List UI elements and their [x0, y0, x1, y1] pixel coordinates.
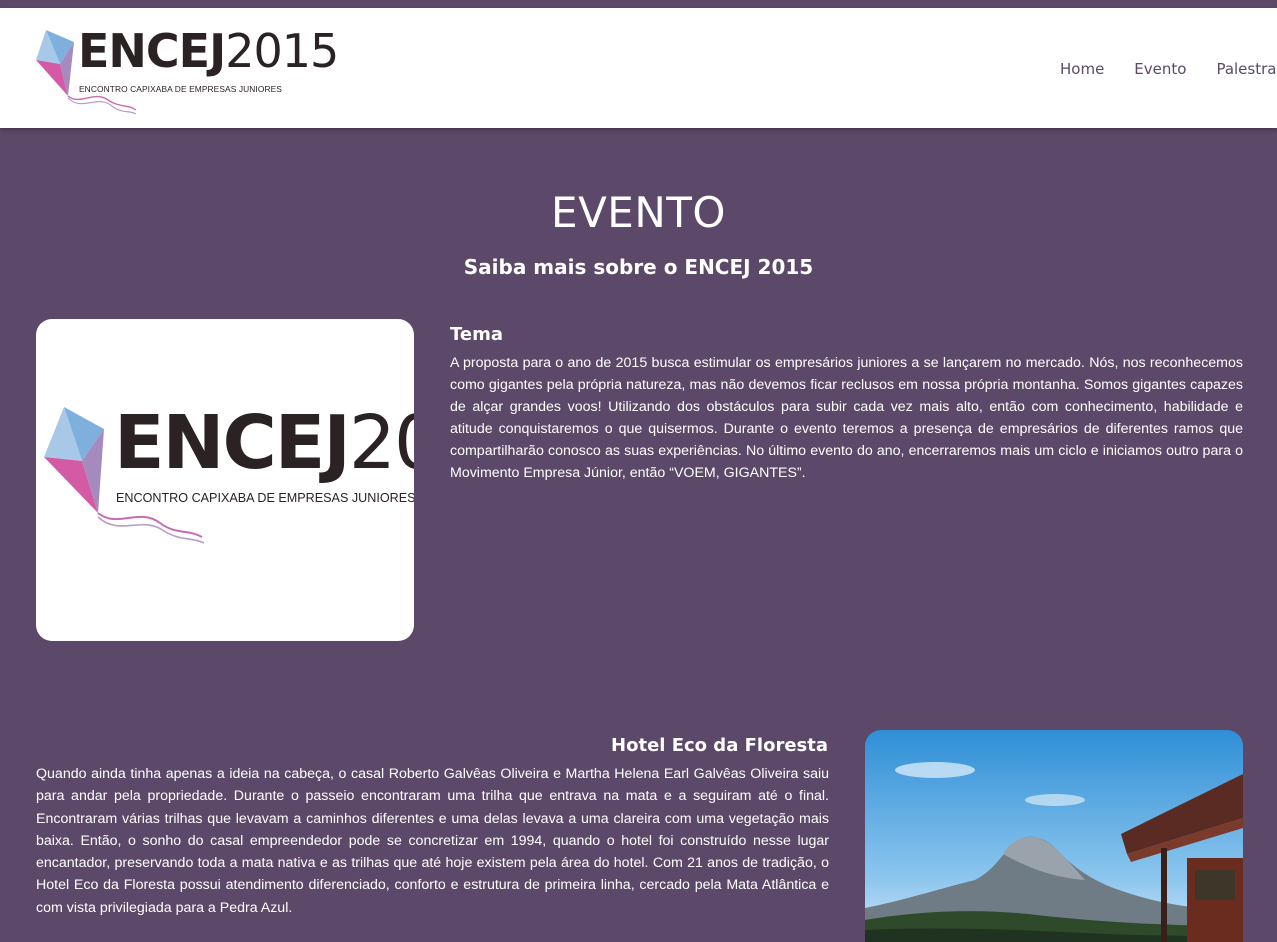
tema-logo-image: ENCEJ2015 ENCONTRO CAPIXABA DE EMPRESAS …	[36, 319, 414, 641]
nav-evento[interactable]: Evento	[1134, 60, 1186, 78]
nav-home[interactable]: Home	[1060, 60, 1104, 78]
hotel-body: Quando ainda tinha apenas a ideia na cab…	[36, 766, 829, 916]
top-strip	[0, 0, 1277, 8]
hotel-heading: Hotel Eco da Floresta	[611, 735, 828, 756]
tema-body: A proposta para o ano de 2015 busca esti…	[450, 355, 1243, 481]
page-subtitle: Saiba mais sobre o ENCEJ 2015	[463, 255, 814, 279]
logo-tagline: ENCONTRO CAPIXABA DE EMPRESAS JUNIORES	[79, 84, 282, 94]
site-logo[interactable]: ENCEJ2015 ENCONTRO CAPIXABA DE EMPRESAS …	[32, 20, 339, 116]
page-title: EVENTO	[551, 188, 726, 237]
site-header: ENCEJ2015 ENCONTRO CAPIXABA DE EMPRESAS …	[0, 8, 1277, 128]
tema-heading: Tema	[450, 324, 503, 345]
large-logo-wordmark: ENCEJ2015	[114, 400, 414, 486]
logo-wordmark: ENCEJ2015	[78, 24, 339, 78]
main-nav: Home Evento Palestrar	[1060, 60, 1277, 78]
large-logo-tagline: ENCONTRO CAPIXABA DE EMPRESAS JUNIORES	[116, 491, 414, 505]
hotel-photo	[865, 730, 1243, 942]
large-logo: ENCEJ2015 ENCONTRO CAPIXABA DE EMPRESAS …	[42, 403, 414, 555]
nav-palestrantes[interactable]: Palestrar	[1216, 60, 1277, 78]
